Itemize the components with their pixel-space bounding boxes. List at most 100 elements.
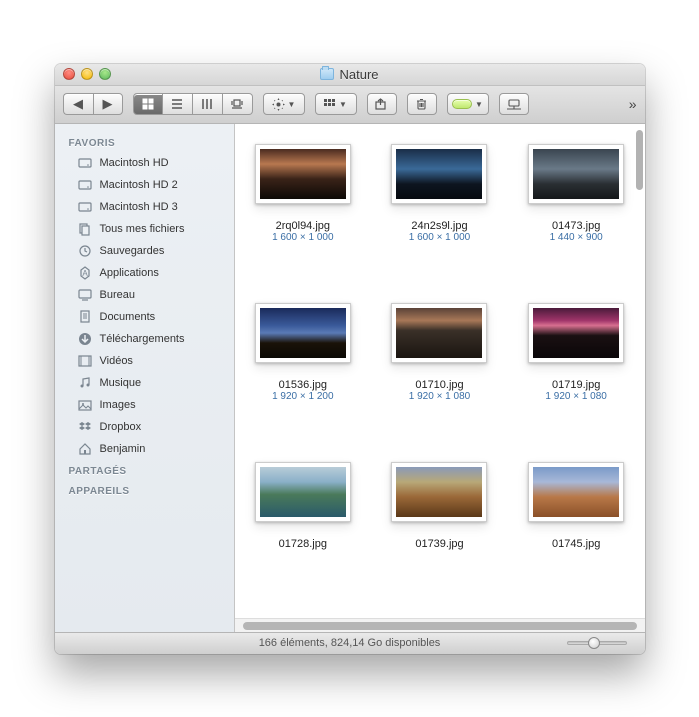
sidebar-item-label: Applications [100, 265, 159, 281]
file-thumbnail [255, 462, 351, 522]
zoom-button[interactable] [99, 68, 111, 80]
sidebar-item[interactable]: Tous mes fichiers [55, 218, 234, 240]
sidebar-item[interactable]: Images [55, 394, 234, 416]
sidebar-item[interactable]: Macintosh HD [55, 152, 234, 174]
file-item[interactable]: 01710.jpg1 920 × 1 080 [381, 303, 498, 402]
sidebar-item[interactable]: AApplications [55, 262, 234, 284]
arrange-menu-button[interactable]: ▼ [315, 93, 357, 115]
sidebar-item[interactable]: Macintosh HD 2 [55, 174, 234, 196]
movies-icon [77, 353, 93, 369]
share-button[interactable] [367, 93, 397, 115]
hdd-icon [77, 199, 93, 215]
time-icon [77, 243, 93, 259]
file-item[interactable]: 01739.jpg [381, 462, 498, 550]
file-item[interactable]: 01745.jpg [518, 462, 635, 550]
docs-icon [77, 309, 93, 325]
sidebar-item-label: Images [100, 397, 136, 413]
trash-button[interactable] [407, 93, 437, 115]
content-area: 2rq0l94.jpg1 600 × 1 00024n2s9l.jpg1 600… [235, 124, 645, 632]
folder-icon [320, 68, 334, 80]
sidebar-item-label: Tous mes fichiers [100, 221, 185, 237]
file-item[interactable]: 24n2s9l.jpg1 600 × 1 000 [381, 144, 498, 243]
tag-pill-icon [452, 99, 472, 109]
sidebar-item[interactable]: Macintosh HD 3 [55, 196, 234, 218]
sidebar-item[interactable]: Bureau [55, 284, 234, 306]
file-item[interactable]: 2rq0l94.jpg1 600 × 1 000 [245, 144, 362, 243]
coverflow-view-button[interactable] [223, 93, 253, 115]
file-dimensions: 1 920 × 1 080 [409, 391, 470, 402]
title-text: Nature [339, 67, 378, 82]
file-name: 2rq0l94.jpg [276, 220, 330, 232]
nav-buttons: ◀ ▶ [63, 93, 123, 115]
sidebar-item-label: Macintosh HD [100, 155, 169, 171]
file-thumbnail [528, 144, 624, 204]
sidebar-item-label: Téléchargements [100, 331, 185, 347]
file-dimensions: 1 600 × 1 000 [272, 232, 333, 243]
toolbar-overflow-icon[interactable]: » [629, 96, 637, 112]
file-thumbnail [255, 303, 351, 363]
file-thumbnail [528, 303, 624, 363]
sidebar-item[interactable]: Documents [55, 306, 234, 328]
file-item[interactable]: 01473.jpg1 440 × 900 [518, 144, 635, 243]
file-thumbnail [528, 462, 624, 522]
hdd-icon [77, 155, 93, 171]
sidebar-section-header[interactable]: Favoris [55, 132, 234, 152]
sidebar-item-label: Macintosh HD 3 [100, 199, 178, 215]
forward-button[interactable]: ▶ [93, 93, 123, 115]
icon-view[interactable]: 2rq0l94.jpg1 600 × 1 00024n2s9l.jpg1 600… [235, 124, 645, 618]
file-item[interactable]: 01719.jpg1 920 × 1 080 [518, 303, 635, 402]
file-grid: 2rq0l94.jpg1 600 × 1 00024n2s9l.jpg1 600… [245, 144, 635, 550]
sidebar-item[interactable]: Téléchargements [55, 328, 234, 350]
file-name: 01745.jpg [552, 538, 600, 550]
file-name: 01728.jpg [279, 538, 327, 550]
sidebar-item-label: Bureau [100, 287, 135, 303]
horizontal-scrollbar[interactable] [235, 618, 645, 632]
file-thumbnail [391, 462, 487, 522]
allfiles-icon [77, 221, 93, 237]
sidebar[interactable]: Favoris Macintosh HD Macintosh HD 2 Macinto… [55, 124, 235, 632]
sidebar-section-header[interactable]: Appareils [55, 480, 234, 500]
file-name: 01710.jpg [415, 379, 463, 391]
connect-button[interactable] [499, 93, 529, 115]
file-name: 01536.jpg [279, 379, 327, 391]
sidebar-item[interactable]: Benjamin [55, 438, 234, 460]
file-name: 01719.jpg [552, 379, 600, 391]
titlebar[interactable]: Nature [55, 64, 645, 86]
sidebar-item-label: Sauvegardes [100, 243, 165, 259]
column-view-button[interactable] [193, 93, 223, 115]
file-dimensions: 1 440 × 900 [550, 232, 603, 243]
finder-window: Nature ◀ ▶ ▼ ▼ [55, 64, 645, 654]
home-icon [77, 441, 93, 457]
music-icon [77, 375, 93, 391]
sidebar-item[interactable]: Musique [55, 372, 234, 394]
statusbar: 166 éléments, 824,14 Go disponibles [55, 632, 645, 654]
desktop-icon [77, 287, 93, 303]
sidebar-section-header[interactable]: Partagés [55, 460, 234, 480]
icon-size-slider[interactable] [567, 641, 627, 645]
tags-button[interactable]: ▼ [447, 93, 489, 115]
list-view-button[interactable] [163, 93, 193, 115]
traffic-lights [63, 68, 111, 80]
file-name: 24n2s9l.jpg [411, 220, 467, 232]
file-item[interactable]: 01536.jpg1 920 × 1 200 [245, 303, 362, 402]
file-name: 01739.jpg [415, 538, 463, 550]
close-button[interactable] [63, 68, 75, 80]
file-item[interactable]: 01728.jpg [245, 462, 362, 550]
body: Favoris Macintosh HD Macintosh HD 2 Macinto… [55, 124, 645, 632]
sidebar-item[interactable]: Sauvegardes [55, 240, 234, 262]
file-thumbnail [255, 144, 351, 204]
dropbox-icon [77, 419, 93, 435]
file-dimensions: 1 920 × 1 200 [272, 391, 333, 402]
download-icon [77, 331, 93, 347]
icon-view-button[interactable] [133, 93, 163, 115]
minimize-button[interactable] [81, 68, 93, 80]
sidebar-item[interactable]: Vidéos [55, 350, 234, 372]
back-button[interactable]: ◀ [63, 93, 93, 115]
pictures-icon [77, 397, 93, 413]
sidebar-item[interactable]: Dropbox [55, 416, 234, 438]
file-thumbnail [391, 303, 487, 363]
action-menu-button[interactable]: ▼ [263, 93, 305, 115]
sidebar-item-label: Vidéos [100, 353, 133, 369]
file-dimensions: 1 600 × 1 000 [409, 232, 470, 243]
vertical-scrollbar[interactable] [636, 130, 643, 190]
